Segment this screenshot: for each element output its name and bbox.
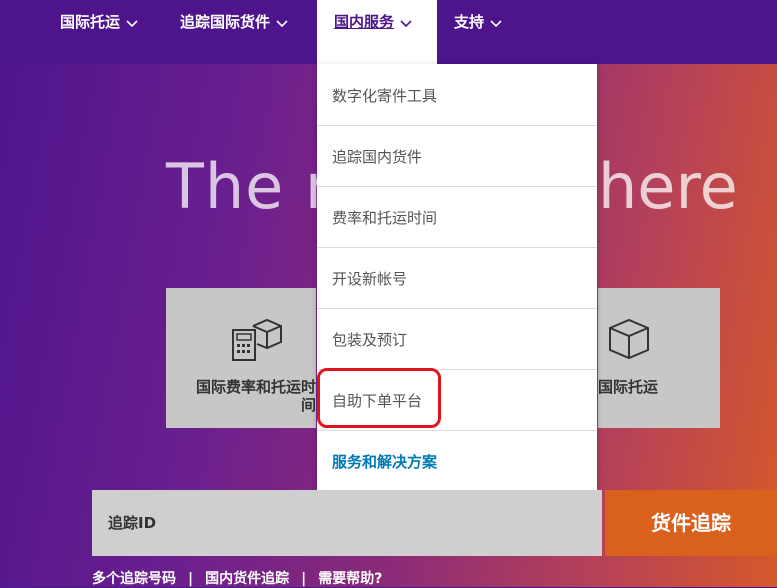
menu-item-open-account[interactable]: 开设新帐号: [317, 249, 597, 309]
menu-item-packaging-booking[interactable]: 包装及预订: [317, 310, 597, 370]
separator: |: [301, 571, 307, 587]
nav-label: 国内服务: [334, 13, 395, 31]
calculator-box-icon: [232, 318, 282, 361]
multiple-tracking-link[interactable]: 多个追踪号码: [92, 571, 176, 587]
separator: |: [188, 571, 194, 587]
top-nav: 国际托运 追踪国际货件 国内服务 支持: [0, 0, 777, 64]
menu-item-digital-shipping-tool[interactable]: 数字化寄件工具: [317, 66, 597, 126]
hero-title-right: here: [598, 150, 738, 223]
nav-track-international[interactable]: 追踪国际货件: [180, 0, 288, 64]
domestic-services-dropdown: 数字化寄件工具 追踪国内货件 费率和托运时间 开设新帐号 包装及预订 自助下单平…: [317, 64, 597, 490]
ship-tile[interactable]: 国际托运: [598, 288, 720, 428]
menu-item-rates-transit[interactable]: 费率和托运时间: [317, 188, 597, 248]
bottom-links: 多个追踪号码 | 国内货件追踪 | 需要帮助?: [92, 568, 382, 588]
nav-label: 追踪国际货件: [180, 13, 271, 31]
need-help-link[interactable]: 需要帮助?: [318, 571, 382, 587]
box-icon: [609, 318, 649, 360]
chevron-down-icon: [276, 19, 288, 27]
menu-item-self-service-platform[interactable]: 自助下单平台: [317, 371, 597, 431]
tracking-id-input[interactable]: [92, 490, 602, 556]
tracking-bar: [92, 490, 602, 556]
chevron-down-icon: [490, 19, 502, 27]
nav-domestic-services[interactable]: 国内服务: [317, 0, 437, 64]
nav-label: 国际托运: [60, 13, 121, 31]
nav-support[interactable]: 支持: [454, 0, 502, 64]
ship-tile-label: 国际托运: [598, 378, 659, 396]
chevron-down-icon: [400, 19, 412, 27]
rates-tile-label: 国际费率和托运时间: [195, 378, 316, 414]
nav-label: 支持: [454, 13, 485, 31]
chevron-down-icon: [126, 19, 138, 27]
menu-item-services-solutions[interactable]: 服务和解决方案: [317, 432, 597, 492]
domestic-tracking-link[interactable]: 国内货件追踪: [205, 571, 289, 587]
nav-international-shipping[interactable]: 国际托运: [60, 0, 138, 64]
menu-item-track-domestic[interactable]: 追踪国内货件: [317, 127, 597, 187]
track-shipment-button[interactable]: 货件追踪: [605, 490, 777, 556]
rates-tile[interactable]: 国际费率和托运时间: [166, 288, 316, 428]
